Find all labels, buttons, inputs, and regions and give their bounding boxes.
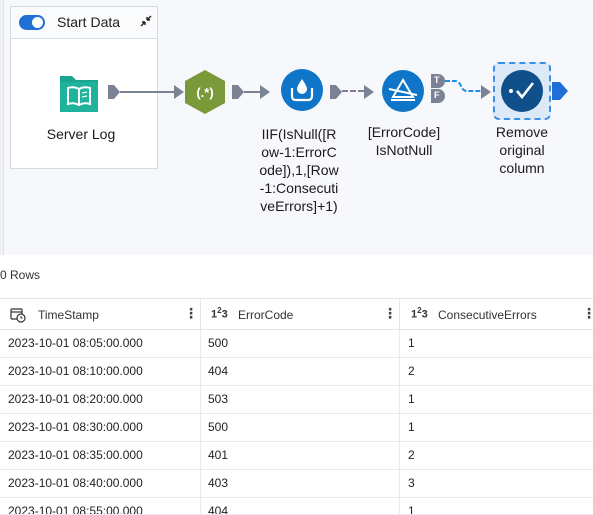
row-count-label: 0 Rows [0, 268, 41, 282]
cell-timestamp: 2023-10-01 08:05:00.000 [8, 336, 143, 350]
connection-line-true[interactable] [445, 76, 481, 96]
input-tool-label: Server Log [46, 126, 116, 142]
formula-icon[interactable] [280, 68, 324, 112]
table-row[interactable]: 2023-10-01 08:10:00.000 404 2 [0, 358, 593, 386]
clock-calendar-icon [10, 308, 26, 323]
connection-line[interactable] [244, 91, 260, 93]
canvas-edge [0, 0, 4, 255]
cell-consecutiveerrors: 2 [408, 364, 415, 378]
cell-timestamp: 2023-10-01 08:10:00.000 [8, 364, 143, 378]
cell-divider [399, 330, 400, 358]
numeric-icon: 123 [211, 306, 228, 321]
cell-errorcode: 403 [208, 476, 229, 490]
connection-line-dashed[interactable] [342, 86, 364, 96]
select-tool-label: Remove original column [495, 124, 549, 176]
workflow-canvas[interactable]: Start Data Server Log (.*) IIF(IsNull([R… [0, 0, 593, 255]
cell-divider [399, 414, 400, 442]
regex-glyph: (.*) [196, 85, 213, 100]
cell-errorcode: 503 [208, 392, 229, 406]
container-header[interactable]: Start Data [11, 7, 157, 39]
cell-consecutiveerrors: 1 [408, 336, 415, 350]
column-header-label: ConsecutiveErrors [438, 308, 537, 322]
input-anchor-icon[interactable] [364, 85, 374, 99]
cell-divider [399, 470, 400, 498]
cell-consecutiveerrors: 1 [408, 504, 415, 515]
output-anchor-icon[interactable] [232, 85, 244, 99]
input-anchor-icon[interactable] [481, 85, 491, 99]
column-header-consecutiveerrors[interactable]: 123 ConsecutiveErrors ⋮ [400, 299, 593, 329]
cell-timestamp: 2023-10-01 08:20:00.000 [8, 392, 143, 406]
cell-consecutiveerrors: 1 [408, 420, 415, 434]
cell-timestamp: 2023-10-01 08:55:00.000 [8, 504, 143, 515]
filter-icon[interactable] [381, 69, 425, 113]
cell-errorcode: 404 [208, 364, 229, 378]
input-data-tool[interactable] [58, 72, 100, 114]
filter-tool-label: [ErrorCode] IsNotNull [367, 124, 441, 158]
container-enable-toggle[interactable] [19, 15, 45, 30]
cell-divider [200, 414, 201, 442]
connection-line[interactable] [120, 91, 174, 93]
true-anchor-label: T [434, 75, 440, 85]
cell-consecutiveerrors: 2 [408, 448, 415, 462]
cell-timestamp: 2023-10-01 08:40:00.000 [8, 476, 143, 490]
cell-divider [200, 442, 201, 470]
toggle-knob [32, 17, 43, 28]
cell-consecutiveerrors: 1 [408, 392, 415, 406]
container-title: Start Data [57, 14, 121, 30]
output-anchor-icon[interactable] [108, 85, 120, 99]
regex-icon[interactable]: (.*) [183, 69, 227, 115]
cell-divider [399, 498, 400, 514]
table-row[interactable]: 2023-10-01 08:05:00.000 500 1 [0, 330, 593, 358]
false-anchor-label: F [434, 90, 440, 100]
cell-errorcode: 500 [208, 336, 229, 350]
cell-divider [200, 386, 201, 414]
false-anchor[interactable]: F [431, 89, 445, 103]
cell-divider [200, 358, 201, 386]
grid-header: TimeStamp ⋮ 123 ErrorCode ⋮ 123 Consecut… [0, 298, 593, 330]
cell-divider [399, 358, 400, 386]
table-row[interactable]: 2023-10-01 08:30:00.000 500 1 [0, 414, 593, 442]
column-menu-icon[interactable]: ⋮ [383, 305, 397, 322]
cell-consecutiveerrors: 3 [408, 476, 415, 490]
formula-tool-label: IIF(IsNull([R ow-1:ErrorC ode]),1,[Row -… [259, 126, 339, 214]
table-row[interactable]: 2023-10-01 08:40:00.000 403 3 [0, 470, 593, 498]
select-check-icon[interactable] [500, 69, 544, 113]
true-anchor[interactable]: T [431, 74, 445, 88]
cell-errorcode: 401 [208, 448, 229, 462]
cell-divider [200, 330, 201, 358]
cell-divider [200, 498, 201, 514]
column-header-label: TimeStamp [38, 308, 99, 322]
cell-errorcode: 500 [208, 420, 229, 434]
table-row[interactable]: 2023-10-01 08:55:00.000 404 1 [0, 498, 593, 515]
collapse-icon[interactable] [139, 14, 153, 28]
table-row[interactable]: 2023-10-01 08:35:00.000 401 2 [0, 442, 593, 470]
cell-divider [200, 470, 201, 498]
column-header-label: ErrorCode [238, 308, 294, 322]
output-anchor-icon[interactable] [330, 85, 342, 99]
input-anchor-icon[interactable] [260, 85, 270, 99]
cell-divider [399, 442, 400, 470]
cell-timestamp: 2023-10-01 08:30:00.000 [8, 420, 143, 434]
column-menu-icon[interactable]: ⋮ [582, 305, 593, 322]
table-row[interactable]: 2023-10-01 08:20:00.000 503 1 [0, 386, 593, 414]
column-menu-icon[interactable]: ⋮ [184, 305, 198, 322]
numeric-icon: 123 [411, 306, 428, 321]
workflow-window: Start Data Server Log (.*) IIF(IsNull([R… [0, 0, 593, 515]
cell-timestamp: 2023-10-01 08:35:00.000 [8, 448, 143, 462]
cell-errorcode: 404 [208, 504, 229, 515]
cell-divider [399, 386, 400, 414]
book-icon [60, 76, 98, 112]
column-header-timestamp[interactable]: TimeStamp ⋮ [0, 299, 200, 329]
column-header-errorcode[interactable]: 123 ErrorCode ⋮ [201, 299, 399, 329]
output-anchor-icon[interactable] [552, 82, 568, 100]
